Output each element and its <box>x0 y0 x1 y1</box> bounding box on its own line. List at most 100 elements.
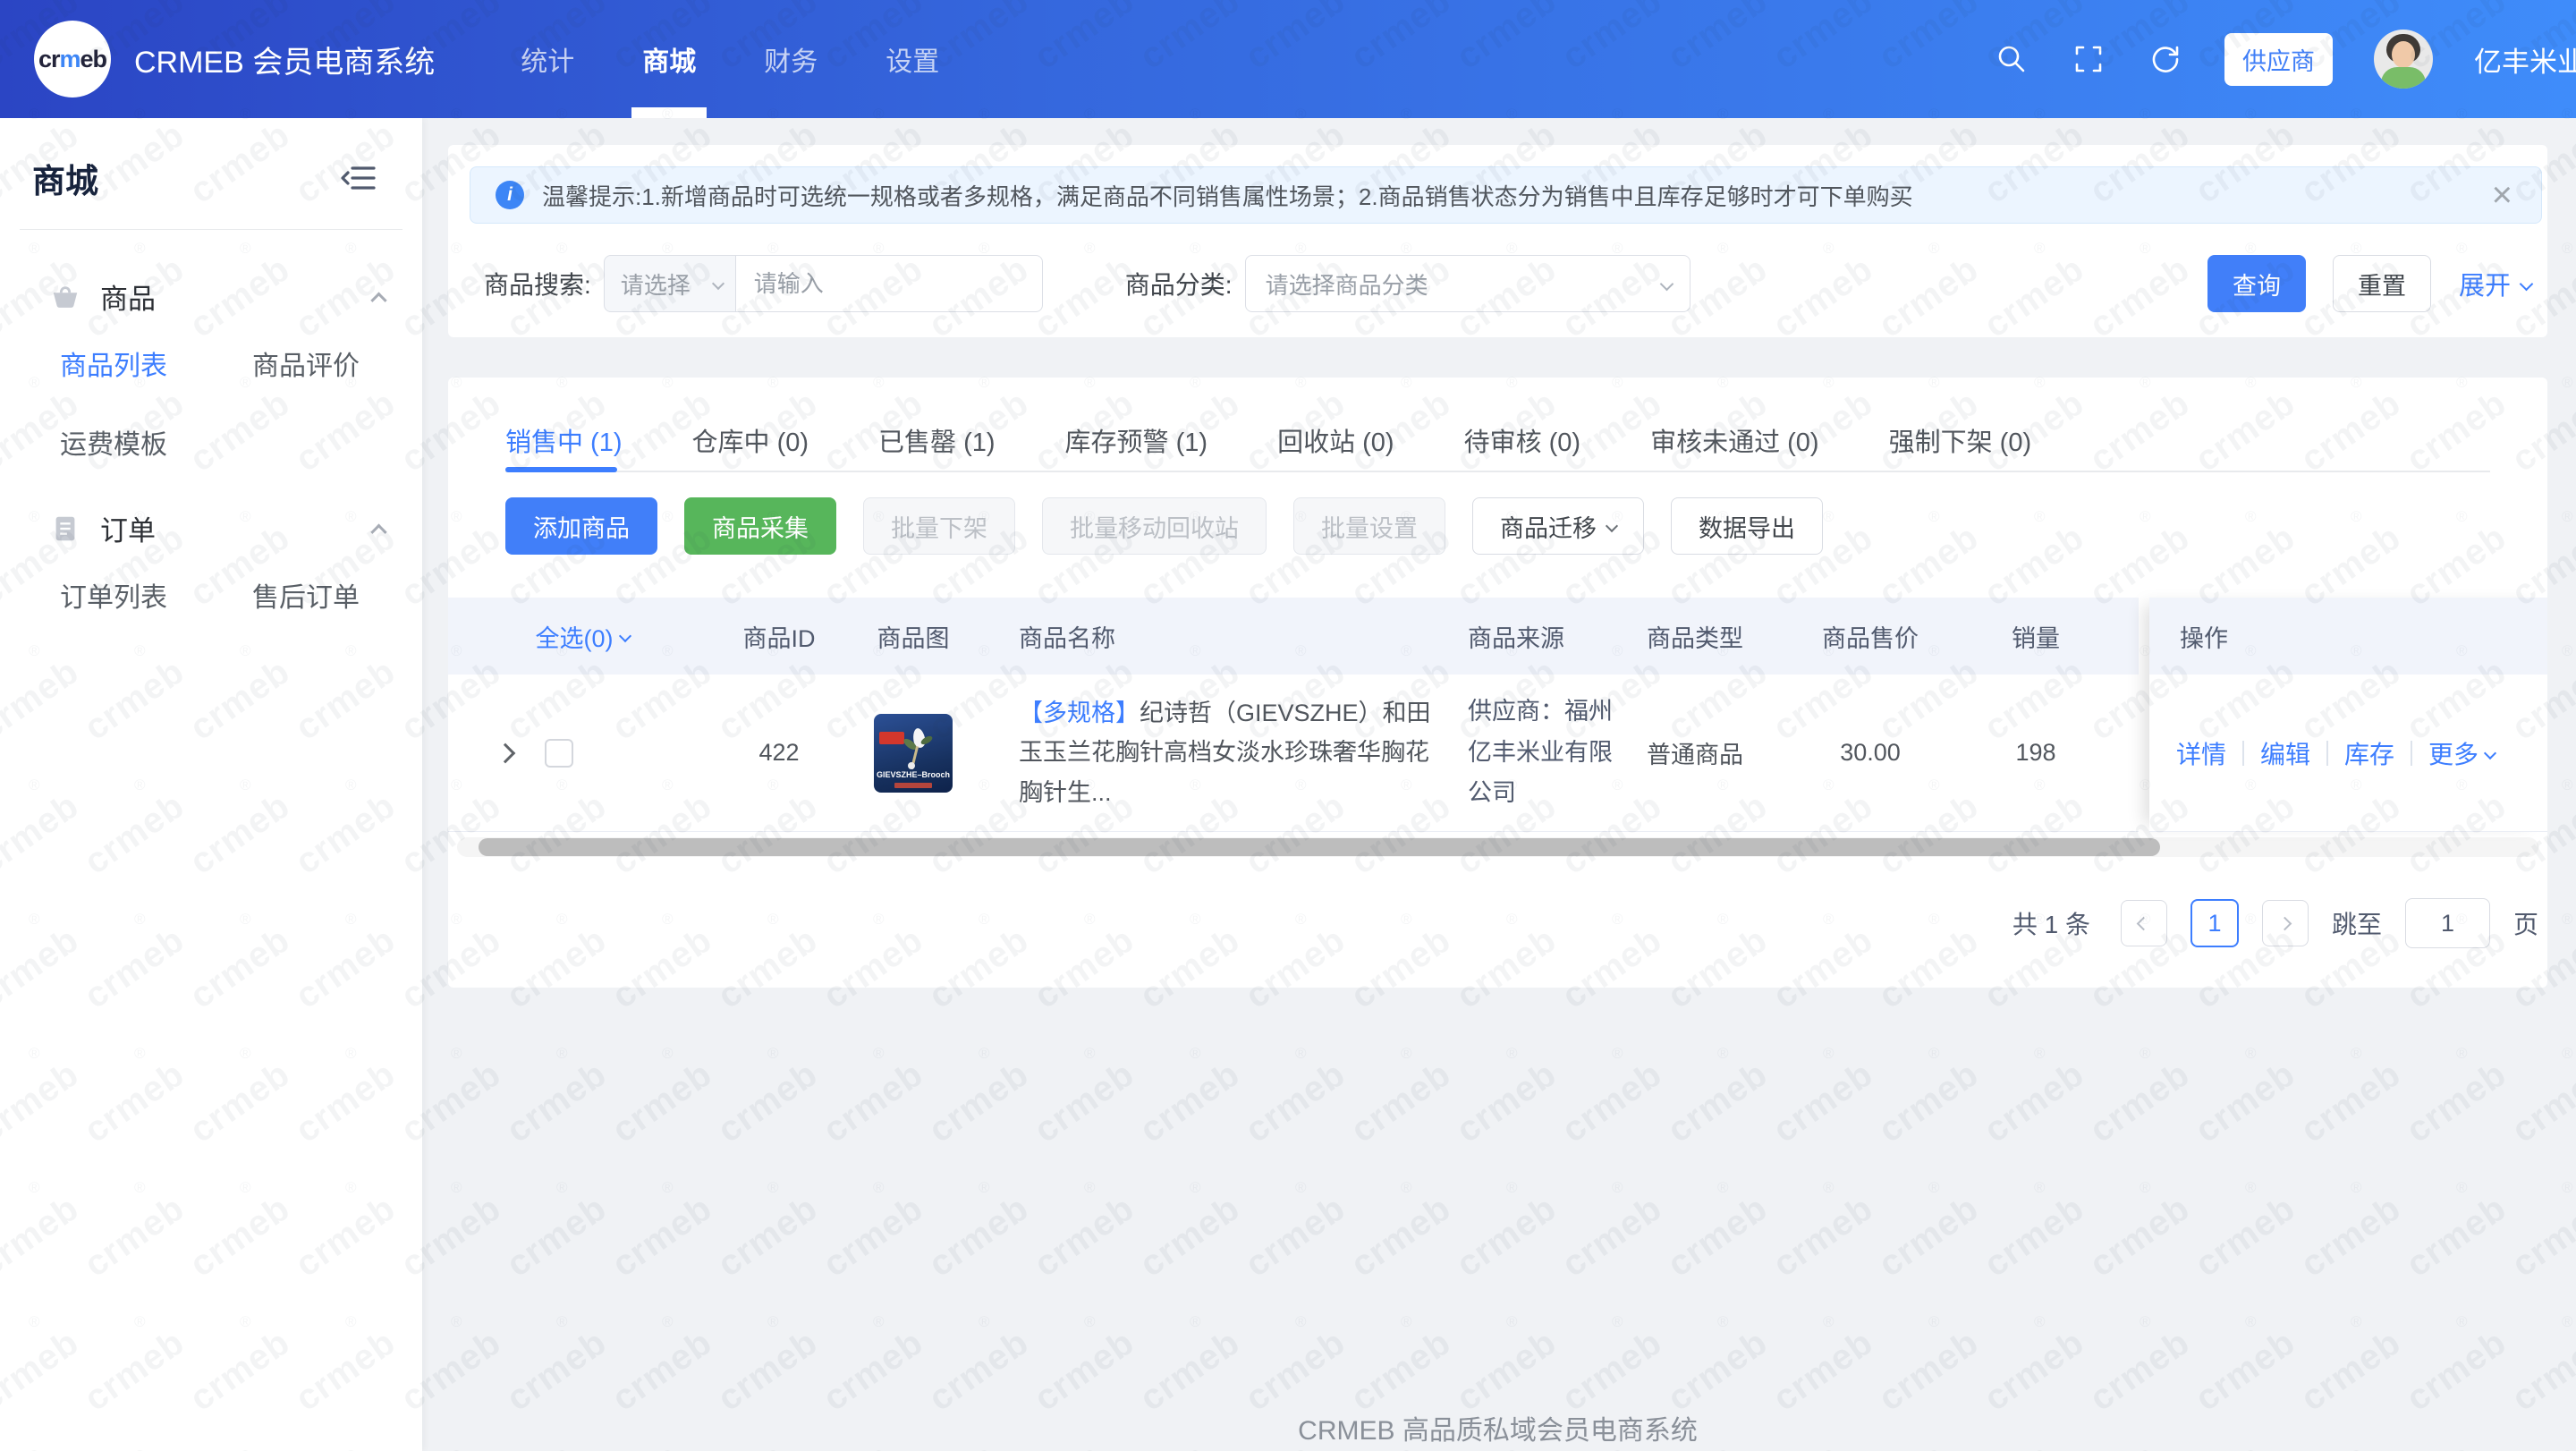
add-product-button[interactable]: 添加商品 <box>505 497 657 555</box>
expand-link[interactable]: 展开 <box>2459 265 2531 302</box>
row-checkbox[interactable] <box>545 739 573 768</box>
basket-icon <box>50 282 80 312</box>
prev-page-button[interactable] <box>2121 900 2167 946</box>
horizontal-scrollbar-thumb[interactable] <box>479 838 2160 856</box>
category-placeholder: 请选择商品分类 <box>1266 267 1428 301</box>
migrate-label: 商品迁移 <box>1500 509 1597 544</box>
pagination-total: 共 1 条 <box>2012 905 2090 941</box>
batch-recycle-button[interactable]: 批量移动回收站 <box>1042 497 1267 555</box>
chevron-up-icon[interactable] <box>370 293 386 309</box>
nav-item-finance[interactable]: 财务 <box>764 0 818 118</box>
row-controls <box>448 739 716 768</box>
product-migrate-button[interactable]: 商品迁移 <box>1472 497 1644 555</box>
tab-forced-off[interactable]: 强制下架 (0) <box>1889 410 2032 471</box>
app-logo: crmeb <box>34 21 111 98</box>
tab-in-warehouse[interactable]: 仓库中 (0) <box>692 410 809 471</box>
cell-product-type: 普通商品 <box>1647 735 1781 770</box>
nav-item-settings[interactable]: 设置 <box>886 0 939 118</box>
data-export-button[interactable]: 数据导出 <box>1671 497 1823 555</box>
user-name[interactable]: 亿丰米业 <box>2474 39 2576 80</box>
category-select[interactable]: 请选择商品分类 <box>1245 255 1690 312</box>
product-list-card: 销售中 (1) 仓库中 (0) 已售罄 (1) 库存预警 (1) 回收站 (0)… <box>448 378 2547 988</box>
sidebar-item-after-sale-orders[interactable]: 售后订单 <box>252 575 422 615</box>
tip-alert: i 温馨提示:1.新增商品时可选统一规格或者多规格，满足商品不同销售属性场景；2… <box>470 166 2542 224</box>
detail-link[interactable]: 详情 <box>2176 735 2226 771</box>
product-thumbnail[interactable]: GIEVSZHE–Brooch <box>874 714 953 793</box>
pagination: 共 1 条 1 跳至 页 <box>2012 895 2542 952</box>
batch-set-button[interactable]: 批量设置 <box>1293 497 1445 555</box>
search-icon[interactable] <box>1994 41 2029 77</box>
page-unit-label: 页 <box>2513 905 2538 941</box>
header-product-price: 商品售价 <box>1781 619 1960 654</box>
nav-item-statistics[interactable]: 统计 <box>521 0 574 118</box>
chevron-up-icon[interactable] <box>370 524 386 540</box>
select-all-control[interactable]: 全选(0) <box>536 619 630 654</box>
product-source-text: 供应商：福州亿丰米业有限公司 <box>1468 692 1633 815</box>
reset-button[interactable]: 重置 <box>2333 255 2431 312</box>
query-button[interactable]: 查询 <box>2207 255 2306 312</box>
page-number-button[interactable]: 1 <box>2190 899 2239 947</box>
header-sales: 销量 <box>1960 619 2112 654</box>
close-icon[interactable]: × <box>2488 177 2516 213</box>
divider <box>2411 741 2412 766</box>
edit-link[interactable]: 编辑 <box>2260 735 2310 771</box>
next-page-button[interactable] <box>2262 900 2309 946</box>
cell-product-source: 供应商：福州亿丰米业有限公司 <box>1432 692 1647 815</box>
tab-stock-warning[interactable]: 库存预警 (1) <box>1065 410 1208 471</box>
multi-spec-tag: 【多规格】 <box>1019 700 1140 726</box>
search-row: 商品搜索: 请选择 商品分类: 请选择商品分类 查询 重置 展开 <box>448 255 2547 312</box>
tab-recycle-bin[interactable]: 回收站 (0) <box>1277 410 1394 471</box>
logo-accent: m <box>60 46 80 72</box>
refresh-icon[interactable] <box>2148 41 2183 77</box>
header-select-all: 全选(0) <box>448 619 716 654</box>
header-product-source: 商品来源 <box>1432 619 1647 654</box>
table-row: 422 GIEVSZHE–Brooch 【多规格】纪诗哲（GIEVSZHE）和田… <box>448 675 2139 832</box>
expand-label: 展开 <box>2459 265 2511 302</box>
batch-off-shelf-button[interactable]: 批量下架 <box>863 497 1015 555</box>
toolbar: 添加商品 商品采集 批量下架 批量移动回收站 批量设置 商品迁移 数据导出 <box>505 497 1823 555</box>
sidebar-item-product-reviews[interactable]: 商品评价 <box>252 344 422 383</box>
chevron-right-icon <box>2278 916 2292 930</box>
search-label: 商品搜索: <box>484 266 591 301</box>
more-label: 更多 <box>2428 735 2479 771</box>
chevron-down-icon <box>2520 276 2534 291</box>
sidebar-group-orders-header[interactable]: 订单 <box>0 508 422 548</box>
jump-label: 跳至 <box>2332 905 2382 941</box>
tab-review-failed[interactable]: 审核未通过 (0) <box>1650 410 1819 471</box>
jump-page-input[interactable] <box>2405 898 2490 948</box>
chevron-down-icon <box>618 630 631 642</box>
menu-fold-icon[interactable] <box>340 158 379 198</box>
category-label: 商品分类: <box>1125 266 1233 301</box>
avatar-shirt <box>2381 67 2426 89</box>
search-input[interactable] <box>736 255 1043 312</box>
tab-sold-out[interactable]: 已售罄 (1) <box>878 410 996 471</box>
tab-pending-review[interactable]: 待审核 (0) <box>1464 410 1581 471</box>
chevron-down-icon <box>2484 746 2496 759</box>
sidebar-item-order-list[interactable]: 订单列表 <box>60 575 252 615</box>
expand-row-icon[interactable] <box>496 742 516 763</box>
row-operations: 详情 编辑 库存 更多 <box>2149 675 2547 832</box>
sidebar-group-label: 商品 <box>100 276 373 317</box>
tab-on-sale[interactable]: 销售中 (1) <box>505 410 623 471</box>
fullscreen-icon[interactable] <box>2071 41 2106 77</box>
sidebar-item-product-list[interactable]: 商品列表 <box>60 344 252 383</box>
search-select-group: 请选择 <box>604 255 1043 312</box>
cell-sales: 198 <box>1960 739 2112 767</box>
supplier-badge[interactable]: 供应商 <box>2224 33 2333 86</box>
sidebar-group-goods: 商品 商品列表 商品评价 运费模板 <box>0 276 422 462</box>
sidebar-item-freight-template[interactable]: 运费模板 <box>60 422 252 462</box>
sidebar-goods-items: 商品列表 商品评价 运费模板 <box>0 317 422 462</box>
more-link[interactable]: 更多 <box>2428 735 2495 771</box>
user-avatar[interactable] <box>2374 30 2433 89</box>
search-type-select[interactable]: 请选择 <box>604 255 736 312</box>
operation-column: 操作 详情 编辑 库存 更多 <box>2149 598 2547 832</box>
thumb-red-tag <box>879 732 904 744</box>
table-header: 全选(0) 商品ID 商品图 商品名称 商品来源 商品类型 商品售价 销量 <box>448 598 2139 675</box>
sidebar-group-goods-header[interactable]: 商品 <box>0 276 422 317</box>
nav-item-mall[interactable]: 商城 <box>642 0 696 118</box>
stock-link[interactable]: 库存 <box>2344 735 2394 771</box>
logo-prefix: cr <box>38 46 60 72</box>
cell-product-id: 422 <box>716 739 842 767</box>
sidebar: 商城 商品 商品列表 商品评价 运费模板 <box>0 118 422 1451</box>
collect-product-button[interactable]: 商品采集 <box>684 497 836 555</box>
